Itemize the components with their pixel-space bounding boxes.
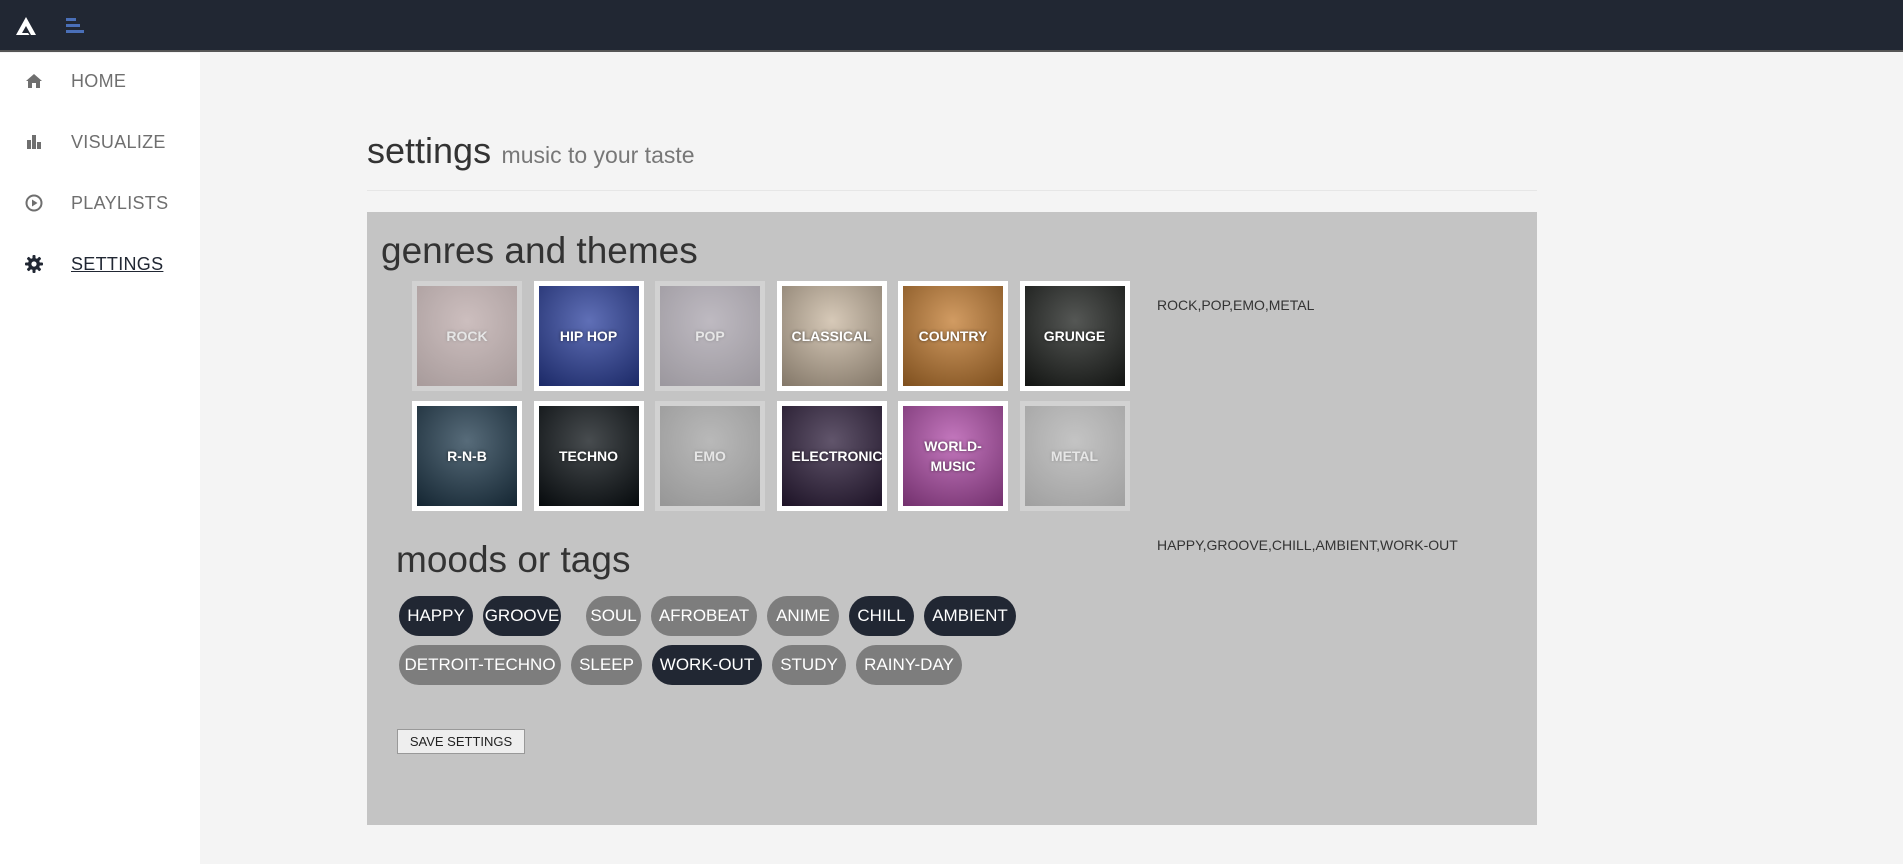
mood-tag[interactable]: SOUL [586, 596, 641, 636]
genre-image: CLASSICAL [781, 286, 882, 386]
moods-title: moods or tags [396, 539, 631, 580]
genre-label: ROCK [446, 328, 488, 344]
genre-label: GRUNGE [1043, 328, 1106, 344]
genre-image: ROCK [417, 286, 517, 386]
gear-icon [24, 254, 44, 274]
mood-tag[interactable]: RAINY-DAY [856, 645, 962, 685]
genre-image: WORLD-MUSIC [903, 406, 1003, 506]
sidebar: HOME VISUALIZE PLAYLISTS SETTINGS [0, 53, 200, 864]
mood-tag[interactable]: STUDY [772, 645, 846, 685]
genre-label: WORLD-MUSIC [924, 438, 982, 474]
sidebar-item-label: VISUALIZE [71, 131, 166, 152]
genre-image: POP [660, 286, 760, 386]
sidebar-item-label: PLAYLISTS [71, 192, 169, 213]
genre-image: EMO [660, 406, 760, 506]
page-title: settings [367, 130, 492, 171]
genre-tile[interactable]: GRUNGE [1019, 281, 1130, 391]
genre-tile[interactable]: ROCK [412, 281, 522, 391]
sidebar-item-home[interactable]: HOME [0, 61, 200, 101]
menu-toggle-icon[interactable] [66, 18, 84, 36]
genre-label: ELECTRONIC [791, 448, 882, 464]
save-settings-button[interactable]: SAVE SETTINGS [397, 729, 525, 754]
genre-tile[interactable]: WORLD-MUSIC [898, 401, 1008, 511]
genre-label: EMO [694, 448, 726, 464]
genre-tile[interactable]: COUNTRY [898, 281, 1008, 391]
mood-tag[interactable]: ANIME [767, 596, 839, 636]
sidebar-item-visualize[interactable]: VISUALIZE [0, 122, 200, 162]
genre-label: HIP HOP [559, 328, 618, 344]
genre-label: TECHNO [558, 448, 619, 464]
genre-image: COUNTRY [903, 286, 1003, 386]
genre-tile[interactable]: CLASSICAL [776, 281, 887, 391]
app-logo-icon[interactable] [15, 16, 37, 36]
genre-label: R-N-B [447, 448, 487, 464]
selected-moods-summary: HAPPY,GROOVE,CHILL,AMBIENT,WORK-OUT [1157, 537, 1458, 553]
selected-genres-summary: ROCK,POP,EMO,METAL [1157, 297, 1315, 313]
header-divider [367, 190, 1537, 191]
genre-tile[interactable]: EMO [655, 401, 765, 511]
sidebar-item-playlists[interactable]: PLAYLISTS [0, 183, 200, 223]
top-bar [0, 0, 1903, 52]
mood-tag[interactable]: GROOVE [483, 596, 561, 636]
mood-tag[interactable]: HAPPY [399, 596, 473, 636]
bar-chart-icon [24, 132, 44, 152]
mood-tag[interactable]: AMBIENT [924, 596, 1016, 636]
genre-label: COUNTRY [918, 328, 988, 344]
mood-tag[interactable]: AFROBEAT [651, 596, 757, 636]
genre-tile[interactable]: METAL [1019, 401, 1130, 511]
mood-tag[interactable]: SLEEP [571, 645, 642, 685]
genre-image: R-N-B [417, 406, 517, 506]
sidebar-item-label: HOME [71, 70, 127, 91]
genre-image: METAL [1024, 406, 1125, 506]
home-icon [24, 71, 44, 91]
genre-label: CLASSICAL [791, 328, 872, 344]
mood-tag[interactable]: DETROIT-TECHNO [399, 645, 561, 685]
genre-image: HIP HOP [538, 286, 639, 386]
genre-image: GRUNGE [1024, 286, 1125, 386]
sidebar-item-label: SETTINGS [71, 253, 164, 274]
genre-image: TECHNO [538, 406, 639, 506]
genre-tile[interactable]: POP [655, 281, 765, 391]
page-header: settings music to your taste [367, 130, 695, 172]
settings-panel: genres and themes ROCK HIP HOP POP CLASSICA… [367, 212, 1537, 825]
mood-tag[interactable]: CHILL [849, 596, 914, 636]
page-subtitle: music to your taste [501, 142, 695, 168]
genre-label: POP [695, 328, 725, 344]
genre-label: METAL [1050, 448, 1099, 464]
genre-image: ELECTRONIC [781, 406, 882, 506]
genre-tile[interactable]: TECHNO [533, 401, 644, 511]
genre-tile[interactable]: ELECTRONIC [776, 401, 887, 511]
genre-tile[interactable]: HIP HOP [533, 281, 644, 391]
genre-tile[interactable]: R-N-B [412, 401, 522, 511]
play-circle-icon [24, 193, 44, 213]
genres-title: genres and themes [381, 230, 698, 271]
sidebar-item-settings[interactable]: SETTINGS [0, 244, 200, 284]
mood-tag[interactable]: WORK-OUT [652, 645, 762, 685]
